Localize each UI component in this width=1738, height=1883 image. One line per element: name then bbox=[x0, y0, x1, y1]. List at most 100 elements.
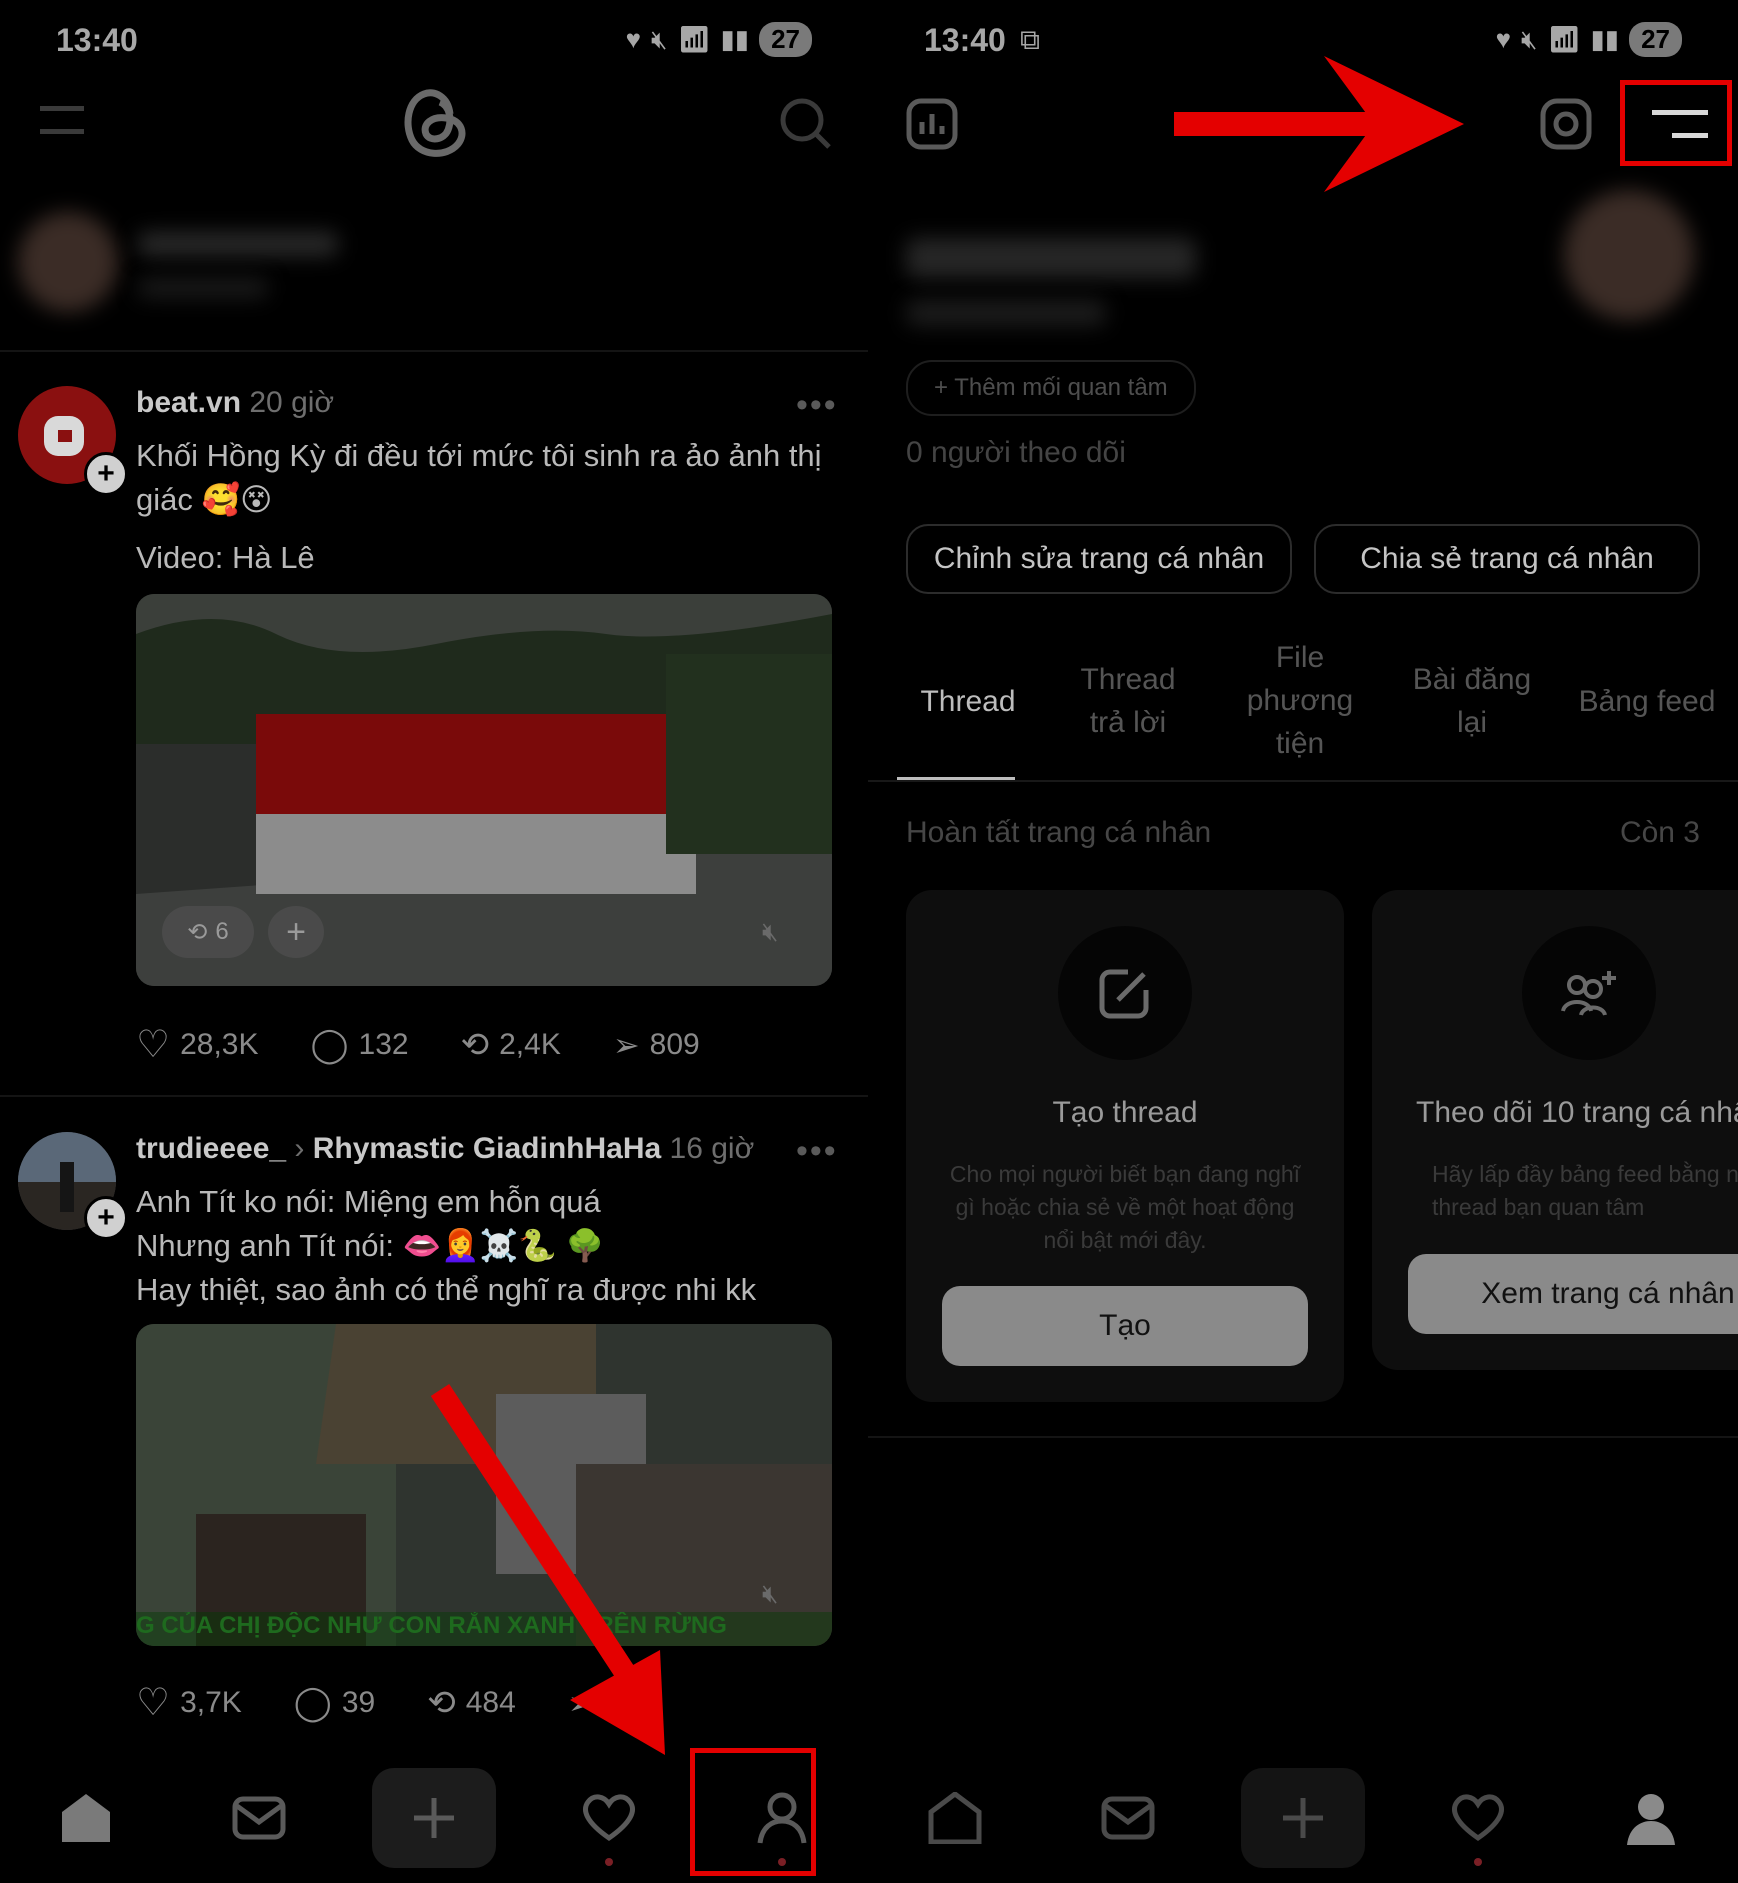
like-count: 28,3K bbox=[180, 1027, 259, 1061]
nav-activity[interactable] bbox=[549, 1768, 669, 1868]
followers-count[interactable]: 0 người theo dõi bbox=[906, 436, 1126, 470]
blurred-prompt bbox=[138, 278, 268, 298]
status-time: 13:40 bbox=[56, 22, 138, 58]
mute-icon: 🔇︎ bbox=[1521, 23, 1538, 54]
post-time: 16 giờ bbox=[669, 1132, 755, 1165]
divider bbox=[868, 1436, 1738, 1438]
screenshot-icon: ⧉ bbox=[1020, 24, 1040, 55]
comment-count: 132 bbox=[358, 1027, 409, 1061]
signal-icon: ▮▮ bbox=[1590, 24, 1620, 54]
tab-media[interactable]: File phương tiện bbox=[1220, 636, 1380, 765]
edit-profile-button[interactable]: Chỉnh sửa trang cá nhân bbox=[906, 524, 1292, 594]
send-icon: ➢ bbox=[612, 1026, 640, 1063]
highlight-box bbox=[690, 1748, 816, 1876]
comment-button[interactable]: ◯ 39 bbox=[294, 1683, 375, 1723]
bottom-nav bbox=[868, 1753, 1738, 1883]
like-button[interactable]: ♡ 28,3K bbox=[136, 1022, 258, 1067]
heart-icon: ♡ bbox=[136, 1024, 171, 1066]
tab-threads[interactable]: Thread bbox=[888, 680, 1048, 723]
battery-badge: 27 bbox=[1629, 22, 1682, 57]
comment-button[interactable]: ◯ 132 bbox=[310, 1025, 408, 1065]
repost-chip-count: 6 bbox=[215, 918, 229, 945]
post-video[interactable]: ⟲ 6 + 🔇︎ bbox=[136, 594, 832, 986]
heart-status-icon: ♥ bbox=[1495, 24, 1512, 54]
post-body-line: Nhưng anh Tít nói: 👄👩‍🦰☠️🐍 🌳 bbox=[136, 1228, 605, 1263]
post-time: 20 giờ bbox=[249, 386, 335, 419]
post-body-line: Video: Hà Lê bbox=[136, 540, 315, 575]
repost-count: 2,4K bbox=[499, 1027, 561, 1061]
add-interests-chip[interactable]: + Thêm mối quan tâm bbox=[906, 360, 1196, 416]
heart-status-icon: ♥ bbox=[625, 24, 642, 54]
complete-profile-title: Hoàn tất trang cá nhân bbox=[906, 816, 1212, 849]
repost-button[interactable]: ⟲ 2,4K bbox=[461, 1025, 561, 1065]
card-description: Hãy lấp đầy bảng feed bằng những thread … bbox=[1432, 1161, 1738, 1220]
menu-icon[interactable] bbox=[40, 104, 84, 141]
share-count: 809 bbox=[649, 1027, 700, 1061]
divider bbox=[0, 350, 868, 352]
status-bar-icons: ♥ 🔇︎ 📶︎ ▮▮ 27 bbox=[1496, 22, 1682, 57]
profile-avatar[interactable] bbox=[1564, 190, 1694, 320]
nav-create[interactable] bbox=[371, 1768, 496, 1868]
search-icon[interactable] bbox=[778, 96, 832, 155]
left-screen: 13:40 ♥ 🔇︎ 📶︎ ▮▮ 27 + beat.vn 20 giờ •••… bbox=[0, 0, 868, 1883]
share-profile-button[interactable]: Chia sẻ trang cá nhân bbox=[1314, 524, 1700, 594]
view-profile-button[interactable]: Xem trang cá nhân bbox=[1408, 1254, 1738, 1334]
status-time: 13:40 bbox=[924, 22, 1006, 58]
nav-create[interactable] bbox=[1240, 1768, 1365, 1868]
profile-icon bbox=[1627, 1794, 1676, 1845]
card-title: Theo dõi 10 trang cá nhâ bbox=[1416, 1096, 1738, 1129]
nav-inbox[interactable] bbox=[199, 1768, 319, 1868]
follow-profiles-card: Theo dõi 10 trang cá nhâ Hãy lấp đầy bản… bbox=[1372, 890, 1738, 1370]
post-author[interactable]: trudieeee_ bbox=[136, 1132, 286, 1165]
post-body-line: giác 🥰😵 bbox=[136, 482, 273, 517]
more-options-icon[interactable]: ••• bbox=[796, 1132, 838, 1171]
share-button[interactable]: ➢ 809 bbox=[613, 1026, 700, 1064]
add-people-icon bbox=[1522, 926, 1656, 1060]
create-button[interactable]: Tạo bbox=[942, 1286, 1308, 1366]
chevron-right-icon: › bbox=[294, 1132, 313, 1165]
nav-activity[interactable] bbox=[1418, 1768, 1538, 1868]
home-icon bbox=[928, 1792, 982, 1844]
right-screen: 13:40 ⧉ ♥ 🔇︎ 📶︎ ▮▮ 27 + Thêm mối quan tâ… bbox=[868, 0, 1738, 1883]
heart-icon: ♡ bbox=[136, 1682, 171, 1724]
threads-logo[interactable] bbox=[398, 84, 470, 167]
post-actions: ♡ 28,3K ◯ 132 ⟲ 2,4K ➢ 809 bbox=[136, 1022, 752, 1067]
add-icon[interactable]: + bbox=[268, 906, 324, 958]
nav-inbox[interactable] bbox=[1068, 1768, 1188, 1868]
comment-icon: ◯ bbox=[293, 1683, 332, 1722]
post-body-line: Anh Tít ko nói: Miệng em hỗn quá bbox=[136, 1184, 601, 1219]
wifi-icon: 📶︎ bbox=[1547, 24, 1581, 54]
repost-chip[interactable]: ⟲ 6 bbox=[162, 906, 254, 958]
tab-feeds[interactable]: Bảng feed bbox=[1562, 680, 1732, 723]
home-icon bbox=[62, 1794, 111, 1842]
inbox-icon bbox=[232, 1796, 286, 1840]
mute-video-icon[interactable]: 🔇︎ bbox=[762, 916, 778, 948]
like-button[interactable]: ♡ 3,7K bbox=[136, 1680, 242, 1725]
instagram-icon[interactable] bbox=[1540, 98, 1592, 155]
tab-replies[interactable]: Thread trả lời bbox=[1048, 658, 1208, 744]
mute-icon: 🔇︎ bbox=[651, 23, 668, 54]
post-body-line: Khối Hồng Kỳ đi đều tới mức tôi sinh ra … bbox=[136, 438, 822, 473]
nav-profile[interactable] bbox=[1591, 1768, 1711, 1868]
nav-home[interactable] bbox=[26, 1768, 146, 1868]
create-thread-card: Tạo thread Cho mọi người biết bạn đang n… bbox=[906, 890, 1344, 1402]
notification-dot bbox=[1474, 1858, 1483, 1866]
plus-icon bbox=[1282, 1798, 1323, 1838]
follow-plus-icon[interactable]: + bbox=[84, 1196, 128, 1240]
signal-icon: ▮▮ bbox=[720, 24, 750, 54]
post-author[interactable]: beat.vn bbox=[136, 386, 241, 419]
nav-home[interactable] bbox=[895, 1768, 1015, 1868]
post-body-line: Hay thiệt, sao ảnh có thể nghĩ ra được n… bbox=[136, 1272, 757, 1307]
post-header: trudieeee_ › Rhymastic GiadinhHaHa 16 gi… bbox=[136, 1132, 754, 1166]
avatar bbox=[18, 212, 118, 312]
tab-reposts[interactable]: Bài đăng lại bbox=[1392, 658, 1552, 744]
blurred-profile-handle bbox=[906, 300, 1106, 326]
reply-to-author[interactable]: Rhymastic GiadinhHaHa bbox=[313, 1132, 661, 1165]
follow-plus-icon[interactable]: + bbox=[84, 452, 128, 496]
card-title: Tạo thread bbox=[1052, 1096, 1198, 1129]
more-options-icon[interactable]: ••• bbox=[796, 386, 838, 425]
plus-icon bbox=[413, 1798, 454, 1838]
highlight-box bbox=[1620, 80, 1732, 166]
mute-video-icon[interactable]: 🔇︎ bbox=[762, 1578, 778, 1610]
insights-icon[interactable] bbox=[906, 98, 958, 155]
